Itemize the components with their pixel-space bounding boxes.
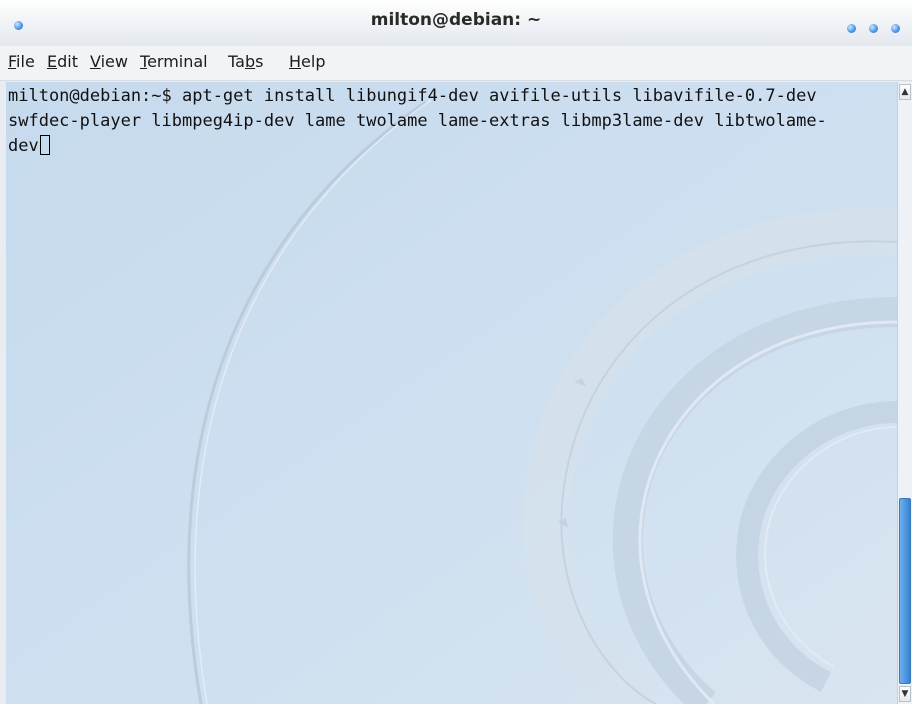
menu-file[interactable]: File <box>8 52 35 71</box>
terminal-output: milton@debian:~$ apt-get install libungi… <box>8 84 893 159</box>
menu-edit[interactable]: Edit <box>47 52 78 71</box>
menu-terminal[interactable]: Terminal <box>140 52 208 71</box>
terminal-line: dev <box>8 136 39 156</box>
title-bar[interactable]: milton@debian: ~ <box>0 0 912 46</box>
scroll-down-arrow-icon[interactable]: ▼ <box>899 686 911 702</box>
menu-tabs[interactable]: Tabs <box>228 52 263 71</box>
minimize-icon[interactable] <box>847 24 856 33</box>
menu-bar: File Edit View Terminal Tabs Help <box>0 46 912 81</box>
debian-swirl-background <box>6 82 897 704</box>
maximize-icon[interactable] <box>869 24 878 33</box>
scroll-up-arrow-icon[interactable]: ▲ <box>899 84 911 100</box>
terminal-display[interactable]: milton@debian:~$ apt-get install libungi… <box>6 82 897 704</box>
menu-view[interactable]: View <box>90 52 128 71</box>
menu-help[interactable]: Help <box>289 52 325 71</box>
vertical-scrollbar[interactable]: ▲ ▼ <box>897 82 912 704</box>
text-cursor <box>39 135 50 155</box>
terminal-line: milton@debian:~$ apt-get install libungi… <box>8 86 817 106</box>
terminal-line: swfdec-player libmpeg4ip-dev lame twolam… <box>8 111 827 131</box>
close-icon[interactable] <box>891 24 900 33</box>
window-title: milton@debian: ~ <box>370 10 542 30</box>
scrollbar-thumb[interactable] <box>899 498 911 684</box>
terminal-window: milton@debian: ~ File Edit View Terminal… <box>0 0 912 704</box>
